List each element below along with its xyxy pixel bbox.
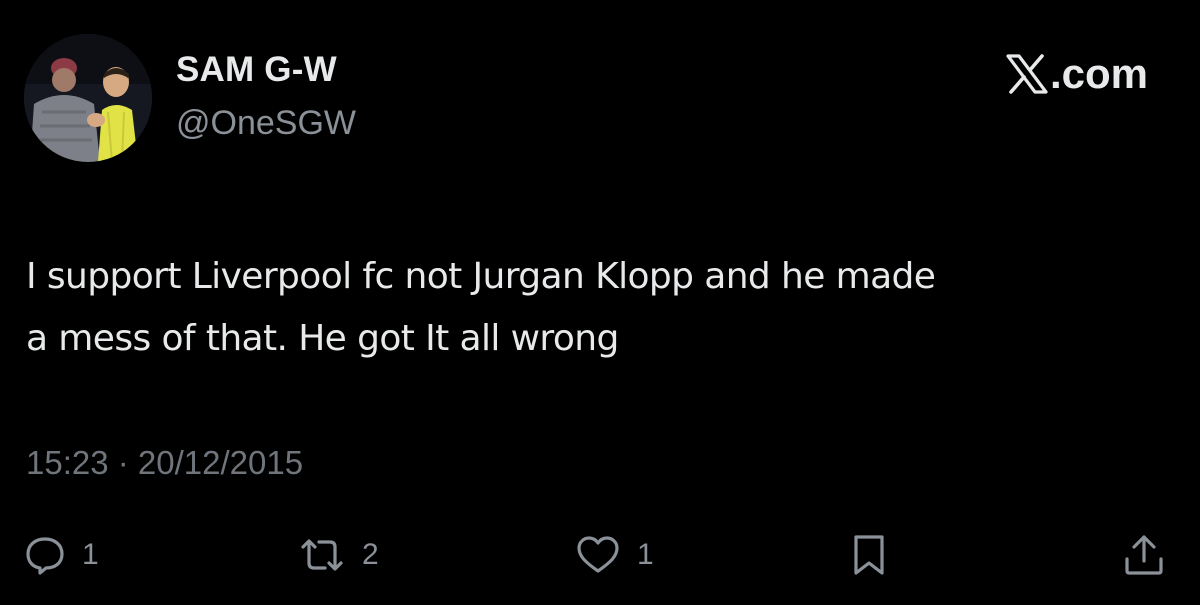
retweet-icon — [301, 539, 343, 571]
retweet-button[interactable]: 2 — [298, 525, 379, 585]
tweet-timestamp[interactable]: 15:23 · 20/12/2015 — [26, 444, 303, 482]
user-handle[interactable]: @OneSGW — [176, 104, 356, 143]
heart-icon — [577, 536, 619, 573]
avatar-image — [24, 34, 152, 162]
reply-icon — [26, 537, 64, 575]
reply-button[interactable]: 1 — [24, 525, 99, 585]
tweet-text-line: a mess of that. He got It all wrong — [26, 318, 619, 359]
tweet-text: I support Liverpool fc not Jurgan Klopp … — [26, 246, 1176, 370]
like-count: 1 — [637, 538, 654, 571]
share-icon — [1125, 535, 1163, 575]
x-logo-icon — [1006, 54, 1048, 94]
tweet-text-line: I support Liverpool fc not Jurgan Klopp … — [26, 256, 936, 297]
bookmark-button[interactable] — [851, 525, 887, 585]
share-button[interactable] — [1122, 525, 1166, 585]
retweet-count: 2 — [362, 538, 379, 571]
like-button[interactable]: 1 — [575, 525, 654, 585]
action-bar: 1 2 1 — [0, 525, 1200, 585]
bookmark-icon — [854, 535, 884, 575]
tweet-card: SAM G-W @OneSGW .com I support Liverpool… — [0, 0, 1200, 605]
brand-logo: .com — [1006, 50, 1148, 98]
display-name[interactable]: SAM G-W — [176, 50, 337, 90]
avatar[interactable] — [24, 34, 152, 162]
brand-domain: .com — [1049, 50, 1148, 97]
reply-count: 1 — [82, 538, 99, 571]
